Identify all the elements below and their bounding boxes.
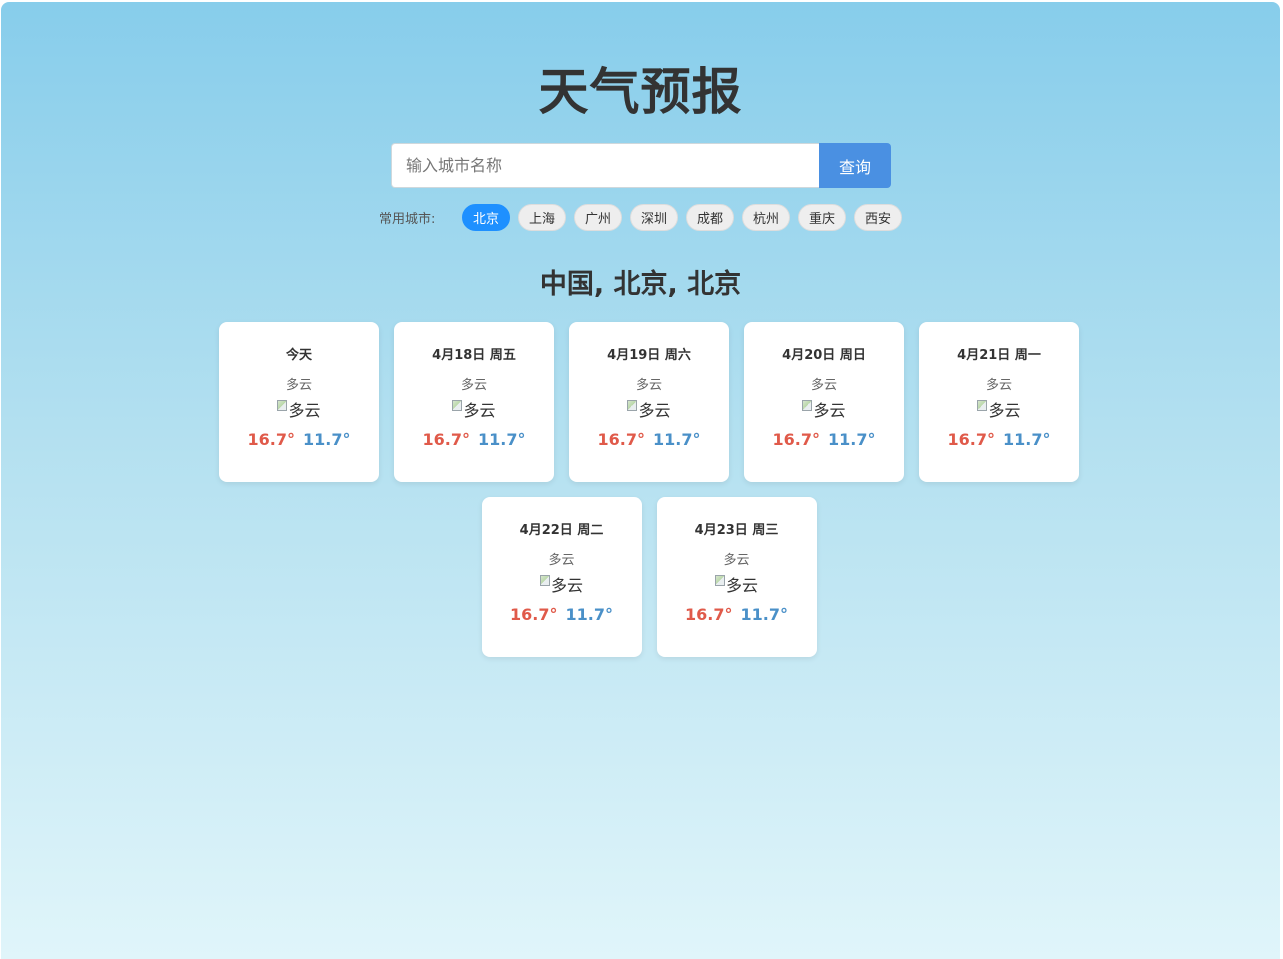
broken-image-icon bbox=[714, 574, 725, 586]
forecast-condition: 多云 bbox=[723, 553, 750, 568]
temp-high: 16.7° bbox=[685, 605, 733, 624]
weather-icon-alt: 多云 bbox=[813, 401, 846, 420]
forecast-condition: 多云 bbox=[635, 378, 662, 393]
city-chip-beijing[interactable]: 北京 bbox=[462, 204, 510, 231]
forecast-card: 4月18日 周五 多云 多云 16.7° 11.7° bbox=[394, 322, 554, 482]
forecast-date: 4月20日 周日 bbox=[782, 348, 866, 363]
common-cities-list: 北京 上海 广州 深圳 成都 杭州 重庆 西安 bbox=[462, 204, 902, 231]
weather-icon-alt: 多云 bbox=[638, 401, 671, 420]
forecast-card: 4月19日 周六 多云 多云 16.7° 11.7° bbox=[569, 322, 729, 482]
temp-low: 11.7° bbox=[740, 605, 788, 624]
temp-low: 11.7° bbox=[478, 430, 526, 449]
weather-icon: 多云 bbox=[569, 398, 729, 420]
forecast-condition: 多云 bbox=[548, 553, 575, 568]
broken-image-icon bbox=[452, 399, 463, 411]
city-chip-hangzhou[interactable]: 杭州 bbox=[742, 204, 790, 231]
city-search-input[interactable] bbox=[391, 143, 819, 188]
city-chip-shanghai[interactable]: 上海 bbox=[518, 204, 566, 231]
forecast-date: 今天 bbox=[285, 348, 312, 363]
city-chip-chongqing[interactable]: 重庆 bbox=[798, 204, 846, 231]
forecast-condition: 多云 bbox=[285, 378, 312, 393]
forecast-date: 4月19日 周六 bbox=[607, 348, 691, 363]
forecast-card: 4月23日 周三 多云 多云 16.7° 11.7° bbox=[656, 497, 817, 657]
broken-image-icon bbox=[977, 399, 988, 411]
forecast-date: 4月21日 周一 bbox=[957, 348, 1041, 363]
weather-icon-alt: 多云 bbox=[288, 401, 321, 420]
forecast-date: 4月22日 周二 bbox=[519, 523, 604, 538]
weather-icon: 多云 bbox=[219, 398, 379, 420]
temp-low: 11.7° bbox=[565, 605, 613, 624]
temp-high: 16.7° bbox=[597, 430, 645, 449]
forecast-date: 4月18日 周五 bbox=[432, 348, 516, 363]
forecast-cards: 今天 多云 多云 16.7° 11.7° 4月18日 周五 多云 多云 16.7°… bbox=[211, 322, 1087, 657]
forecast-card: 4月22日 周二 多云 多云 16.7° 11.7° bbox=[481, 497, 642, 657]
forecast-condition: 多云 bbox=[985, 378, 1012, 393]
temp-high: 16.7° bbox=[422, 430, 470, 449]
city-chip-xian[interactable]: 西安 bbox=[854, 204, 902, 231]
city-chip-chengdu[interactable]: 成都 bbox=[686, 204, 734, 231]
common-cities-label: 常用城市: bbox=[379, 212, 436, 227]
broken-image-icon bbox=[277, 399, 288, 411]
forecast-condition: 多云 bbox=[460, 378, 487, 393]
temp-high: 16.7° bbox=[510, 605, 558, 624]
city-chip-guangzhou[interactable]: 广州 bbox=[574, 204, 622, 231]
forecast-card: 4月21日 周一 多云 多云 16.7° 11.7° bbox=[919, 322, 1079, 482]
weather-icon-alt: 多云 bbox=[725, 576, 758, 595]
temp-low: 11.7° bbox=[303, 430, 351, 449]
temp-high: 16.7° bbox=[947, 430, 995, 449]
search-button[interactable]: 查询 bbox=[819, 143, 891, 188]
weather-icon-alt: 多云 bbox=[988, 401, 1021, 420]
broken-image-icon bbox=[802, 399, 813, 411]
temp-low: 11.7° bbox=[828, 430, 876, 449]
city-chip-shenzhen[interactable]: 深圳 bbox=[630, 204, 678, 231]
broken-image-icon bbox=[627, 399, 638, 411]
weather-icon: 多云 bbox=[744, 398, 904, 420]
weather-icon: 多云 bbox=[919, 398, 1079, 420]
forecast-date: 4月23日 周三 bbox=[694, 523, 779, 538]
weather-icon: 多云 bbox=[394, 398, 554, 420]
weather-icon: 多云 bbox=[482, 573, 642, 595]
temp-low: 11.7° bbox=[1003, 430, 1051, 449]
weather-icon-alt: 多云 bbox=[463, 401, 496, 420]
temp-high: 16.7° bbox=[247, 430, 295, 449]
forecast-condition: 多云 bbox=[810, 378, 837, 393]
page-title: 天气预报 bbox=[538, 63, 743, 121]
app-window: 天气预报 查询 常用城市: 北京 上海 广州 深圳 成都 杭州 重庆 西安 中国… bbox=[1, 2, 1280, 959]
weather-icon-alt: 多云 bbox=[550, 576, 583, 595]
location-heading: 中国, 北京, 北京 bbox=[539, 269, 742, 300]
temp-high: 16.7° bbox=[772, 430, 820, 449]
temp-low: 11.7° bbox=[653, 430, 701, 449]
weather-icon: 多云 bbox=[657, 573, 817, 595]
forecast-card: 4月20日 周日 多云 多云 16.7° 11.7° bbox=[744, 322, 904, 482]
broken-image-icon bbox=[539, 574, 550, 586]
forecast-card: 今天 多云 多云 16.7° 11.7° bbox=[219, 322, 379, 482]
